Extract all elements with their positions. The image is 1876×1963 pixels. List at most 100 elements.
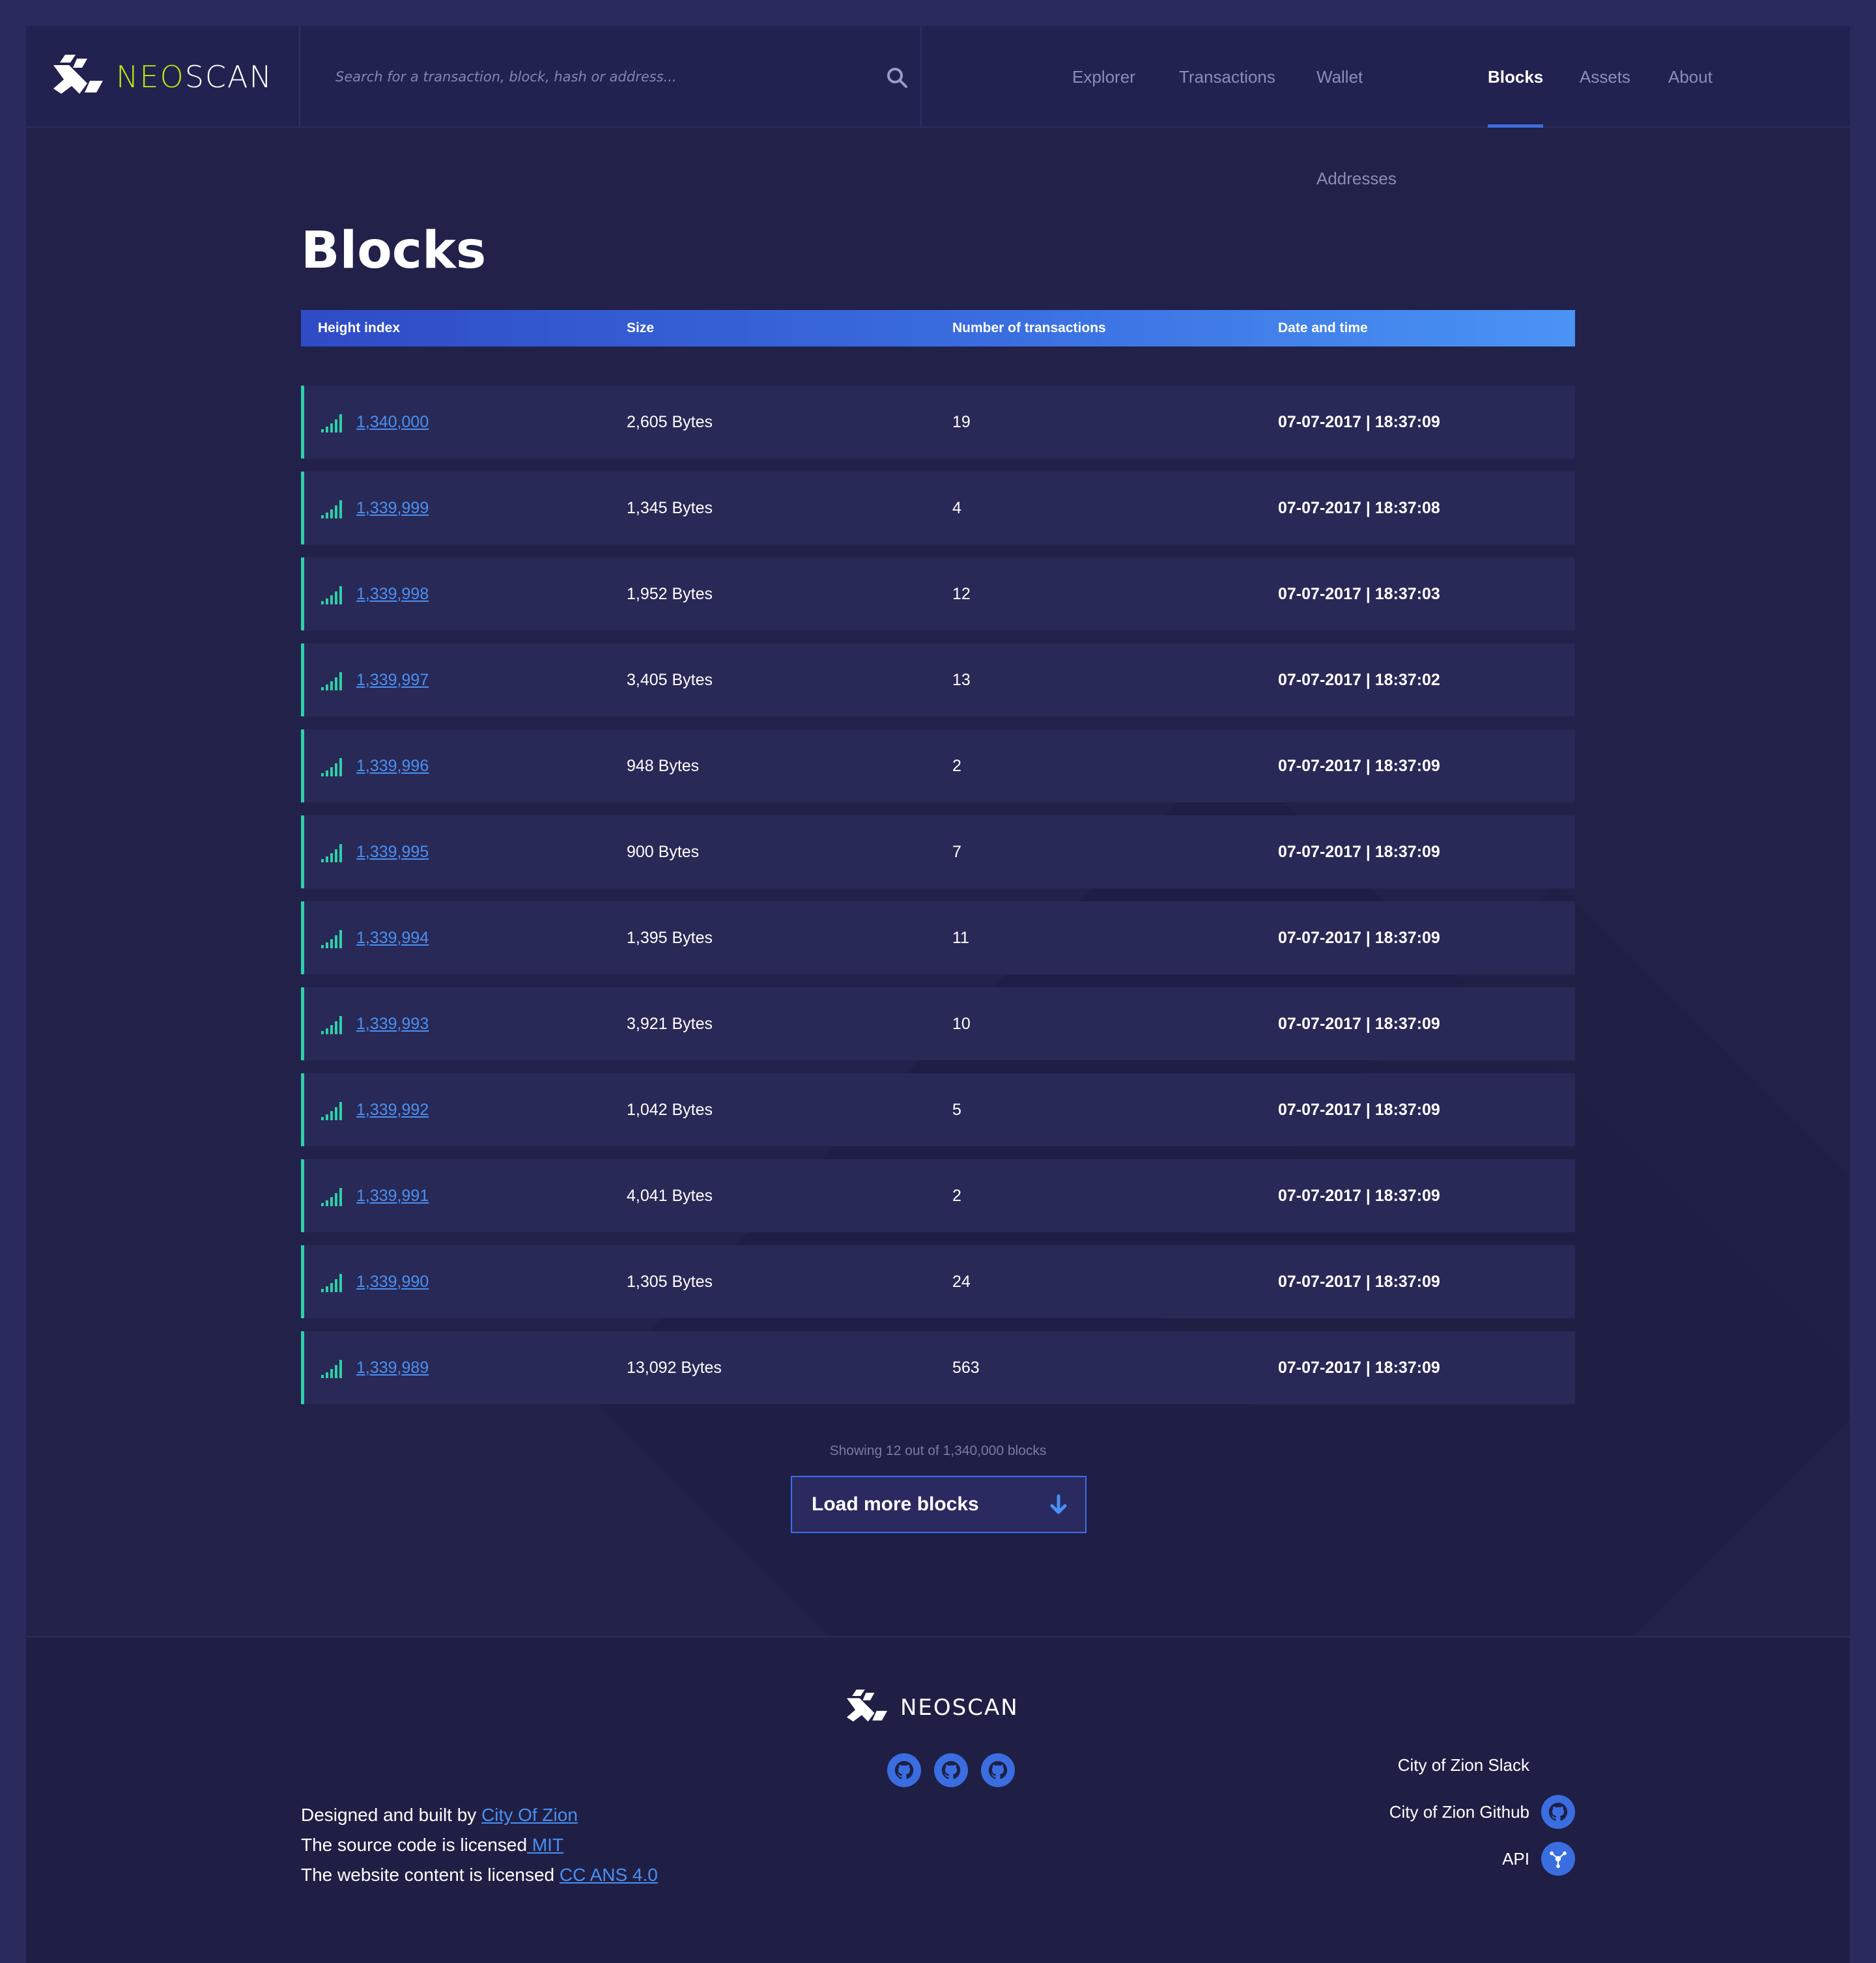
neoscan-logo[interactable]: NEOSCAN — [53, 55, 273, 99]
date-cell: 07-07-2017 | 18:37:02 — [1278, 671, 1440, 689]
nav-transactions[interactable]: Transactions — [1179, 26, 1275, 128]
signal-bars-icon — [321, 1360, 342, 1378]
github-icon[interactable] — [981, 1753, 1015, 1787]
api-link-label: API — [1502, 1848, 1529, 1869]
block-height-link[interactable]: 1,339,990 — [356, 1245, 429, 1318]
size-cell: 2,605 Bytes — [627, 413, 713, 431]
size-cell: 1,042 Bytes — [627, 1101, 713, 1119]
block-height-link[interactable]: 1,339,996 — [356, 729, 429, 802]
date-cell: 07-07-2017 | 18:37:09 — [1278, 413, 1440, 431]
github-icon[interactable] — [887, 1753, 921, 1787]
footer-logo[interactable]: NEOSCAN — [847, 1689, 1019, 1726]
block-height-link[interactable]: 1,339,997 — [356, 643, 429, 716]
table-row: 1,339,992 1,042 Bytes 5 07-07-2017 | 18:37:… — [301, 1073, 1575, 1146]
block-height-link[interactable]: 1,339,989 — [356, 1331, 429, 1404]
height-cell: 1,339,991 — [321, 1159, 429, 1232]
transactions-cell: 2 — [952, 757, 961, 775]
github-icon-glyph — [1548, 1802, 1568, 1821]
date-cell: 07-07-2017 | 18:37:09 — [1278, 757, 1440, 775]
height-cell: 1,339,994 — [321, 901, 429, 974]
signal-bars-icon — [321, 414, 342, 432]
header-divider — [920, 26, 922, 128]
size-cell: 3,405 Bytes — [627, 671, 713, 689]
logo-wordmark: NEOSCAN — [116, 59, 273, 94]
github-link-label: City of Zion Github — [1389, 1801, 1529, 1822]
date-cell: 07-07-2017 | 18:37:09 — [1278, 1101, 1440, 1119]
date-cell: 07-07-2017 | 18:37:09 — [1278, 1273, 1440, 1291]
nav-explorer[interactable]: Explorer — [1072, 26, 1135, 128]
signal-bars-icon — [321, 500, 342, 518]
column-header-size: Size — [627, 320, 655, 335]
transactions-cell: 2 — [952, 1187, 961, 1205]
block-height-link[interactable]: 1,339,999 — [356, 472, 429, 544]
slack-link[interactable]: City of Zion Slack — [1389, 1742, 1575, 1788]
source-license-line: The source code is licensed MIT — [301, 1830, 658, 1860]
column-header-transactions: Number of transactions — [952, 320, 1106, 335]
transactions-cell: 7 — [952, 843, 961, 861]
load-more-button[interactable]: Load more blocks — [791, 1476, 1087, 1533]
height-cell: 1,339,995 — [321, 815, 429, 888]
logo-neo-text: NEO — [116, 59, 185, 94]
signal-bars-icon — [321, 1188, 342, 1206]
block-height-link[interactable]: 1,339,991 — [356, 1159, 429, 1232]
github-icon-glyph — [894, 1760, 914, 1779]
nav-wallet-addresses[interactable]: Wallet Addresses — [1316, 26, 1397, 188]
height-cell: 1,339,997 — [321, 643, 429, 716]
nav-blocks[interactable]: Blocks — [1488, 26, 1544, 128]
date-cell: 07-07-2017 | 18:37:03 — [1278, 585, 1440, 603]
footer-social-icons — [887, 1753, 1015, 1787]
transactions-cell: 4 — [952, 499, 961, 517]
footer-links: City of Zion Slack City of Zion Github A… — [1389, 1742, 1575, 1882]
block-height-link[interactable]: 1,339,992 — [356, 1073, 429, 1146]
height-cell: 1,339,998 — [321, 558, 429, 630]
size-cell: 4,041 Bytes — [627, 1187, 713, 1205]
column-header-date: Date and time — [1278, 320, 1368, 335]
city-of-zion-link[interactable]: City Of Zion — [481, 1805, 578, 1825]
signal-bars-icon — [321, 1016, 342, 1034]
size-cell: 900 Bytes — [627, 843, 700, 861]
date-cell: 07-07-2017 | 18:37:08 — [1278, 499, 1440, 517]
transactions-cell: 10 — [952, 1015, 971, 1033]
github-link[interactable]: City of Zion Github — [1389, 1788, 1575, 1835]
load-more-label: Load more blocks — [812, 1493, 979, 1515]
api-link[interactable]: API — [1389, 1835, 1575, 1882]
signal-bars-icon — [321, 1274, 342, 1292]
size-cell: 1,305 Bytes — [627, 1273, 713, 1291]
cc-license-link[interactable]: CC ANS 4.0 — [560, 1865, 658, 1885]
header-divider — [299, 26, 300, 128]
signal-bars-icon — [321, 844, 342, 862]
date-cell: 07-07-2017 | 18:37:09 — [1278, 929, 1440, 947]
logo-scan-text: SCAN — [184, 59, 273, 94]
transactions-cell: 11 — [952, 929, 969, 947]
nav-assets[interactable]: Assets — [1580, 26, 1630, 128]
neoscan-logo-icon — [847, 1689, 887, 1722]
block-height-link[interactable]: 1,339,994 — [356, 901, 429, 974]
page-title: Blocks — [301, 221, 487, 280]
nav-about[interactable]: About — [1668, 26, 1713, 128]
github-icon-glyph — [941, 1760, 961, 1779]
transactions-cell: 19 — [952, 413, 971, 431]
designed-by-text: Designed and built by — [301, 1805, 482, 1825]
showing-count: Showing 12 out of 1,340,000 blocks — [829, 1443, 1047, 1458]
footer-logo-text: NEOSCAN — [900, 1695, 1019, 1721]
search-icon[interactable] — [886, 66, 908, 89]
block-height-link[interactable]: 1,340,000 — [356, 386, 429, 459]
mit-license-link[interactable]: MIT — [527, 1835, 563, 1855]
footer-credits: Designed and built by City Of Zion The s… — [301, 1800, 658, 1890]
height-cell: 1,339,999 — [321, 472, 429, 544]
top-header: NEOSCAN Explorer Transactions Wallet Add… — [26, 26, 1850, 188]
block-height-link[interactable]: 1,339,993 — [356, 987, 429, 1060]
height-cell: 1,339,993 — [321, 987, 429, 1060]
signal-bars-icon — [321, 930, 342, 948]
table-row: 1,339,989 13,092 Bytes 563 07-07-2017 | 18:… — [301, 1331, 1575, 1404]
github-icon-glyph — [988, 1760, 1008, 1779]
height-cell: 1,339,989 — [321, 1331, 429, 1404]
content-license-text: The website content is licensed — [301, 1865, 560, 1885]
github-icon[interactable] — [934, 1753, 968, 1787]
transactions-cell: 563 — [952, 1359, 980, 1377]
source-license-text: The source code is licensed — [301, 1835, 528, 1855]
block-height-link[interactable]: 1,339,995 — [356, 815, 429, 888]
block-height-link[interactable]: 1,339,998 — [356, 558, 429, 630]
table-row: 1,339,999 1,345 Bytes 4 07-07-2017 | 18:37:… — [301, 472, 1575, 544]
search-input[interactable] — [335, 56, 857, 98]
